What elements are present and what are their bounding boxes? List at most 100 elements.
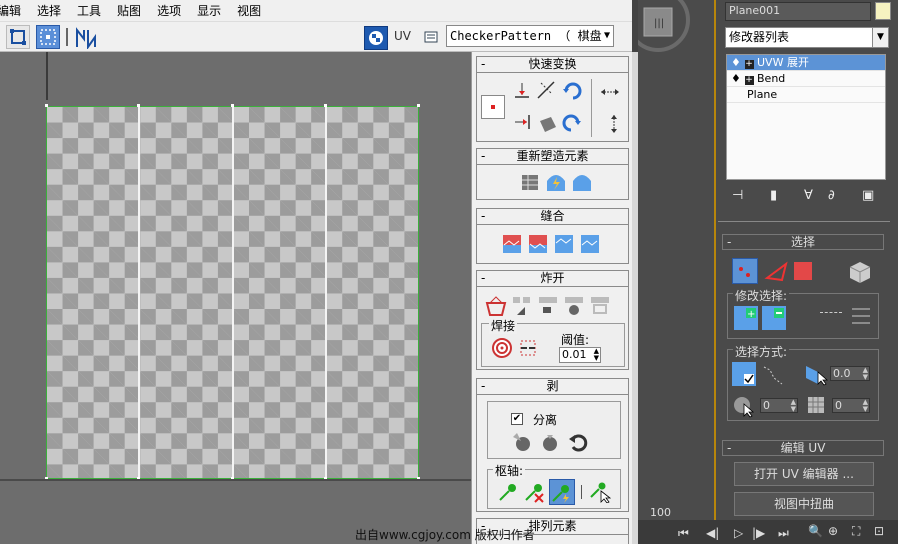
loop-selection-icon[interactable] (820, 312, 842, 316)
previous-frame-icon[interactable]: ◀| (706, 526, 719, 540)
grid-select-button[interactable] (806, 394, 830, 418)
pin-cursor-icon (590, 482, 612, 504)
uv-editor-window: 编辑 选择 工具 贴图 选项 显示 视图 UV CheckerPattern （… (0, 0, 638, 544)
grid-select-spinner[interactable]: 0 ▲ ▼ (832, 398, 870, 413)
uv-vertex[interactable] (45, 104, 48, 107)
break-button[interactable] (485, 295, 507, 317)
go-to-start-icon[interactable]: ⏮ (678, 526, 689, 541)
grow-selection-button[interactable]: + (734, 306, 758, 330)
threshold-spinner[interactable]: 0.01 ▲ ▼ (559, 347, 601, 363)
select-by-element-button[interactable] (732, 362, 756, 386)
face-mode-button[interactable] (794, 262, 812, 280)
pin-stack-icon[interactable]: ⊣ (732, 188, 743, 203)
object-color-swatch[interactable] (875, 2, 891, 20)
align-horizontal-button[interactable] (511, 79, 533, 101)
center-pivot-button[interactable] (481, 95, 505, 119)
rotate-cw-button[interactable] (561, 111, 583, 133)
stitch-custom-button[interactable] (579, 233, 601, 255)
texture-dropdown[interactable]: CheckerPattern （ 棋盘 ▼ (446, 25, 614, 47)
uv-vertex[interactable] (324, 104, 327, 107)
play-icon[interactable]: ▷ (734, 526, 743, 540)
modifier-list-dropdown[interactable]: 修改器列表 ▼ (725, 27, 889, 48)
options-list-icon[interactable] (424, 30, 438, 44)
quick-peel-button[interactable] (511, 431, 533, 453)
mirror-tool-button[interactable] (74, 27, 98, 51)
soft-select-sphere-button[interactable] (732, 394, 756, 418)
scale-tool-button[interactable] (6, 25, 30, 49)
peel-header[interactable]: -剥 (477, 379, 628, 395)
uv-vertex[interactable] (417, 104, 420, 107)
element-mode-button[interactable] (846, 258, 874, 286)
make-unique-icon[interactable]: ∀ (804, 188, 813, 203)
shrink-selection-button[interactable] (762, 306, 786, 330)
go-to-end-icon[interactable]: ⏭ (778, 526, 789, 541)
angle-value: 0.0 (833, 367, 851, 380)
flatten-mapping-button[interactable] (589, 295, 611, 317)
straighten-button[interactable] (535, 79, 557, 101)
uv-vertex[interactable] (137, 104, 140, 107)
maximize-viewport-icon[interactable]: ⛶ (852, 524, 860, 539)
space-vertical-button[interactable] (603, 113, 625, 135)
flatten-by-polygon-button[interactable] (511, 295, 533, 317)
select-pins-button[interactable] (589, 481, 612, 504)
zoom-region-icon[interactable]: ⊕ (828, 524, 838, 538)
perspective-viewport-edge[interactable]: ||| (638, 0, 716, 520)
freeform-tool-button[interactable] (36, 25, 60, 49)
ring-selection-icon[interactable] (850, 304, 872, 328)
menu-view[interactable]: 视图 (229, 0, 269, 22)
flatten-by-material-button[interactable] (563, 295, 585, 317)
vertex-mode-button[interactable] (732, 258, 758, 284)
selection-rollout-header[interactable]: - 选择 (722, 234, 884, 250)
flatten-by-smoothing-button[interactable] (537, 295, 559, 317)
next-frame-icon[interactable]: |▶ (752, 526, 765, 540)
pin-button[interactable] (497, 481, 519, 503)
remove-modifier-icon[interactable]: ∂ (828, 188, 835, 203)
weld-target-button[interactable] (491, 337, 513, 359)
uv-vertex[interactable] (231, 104, 234, 107)
detach-checkbox[interactable]: ✔ (511, 413, 523, 425)
paint-select-button[interactable] (762, 364, 784, 386)
menu-tools[interactable]: 工具 (69, 0, 109, 22)
configure-sets-icon[interactable]: ▣ (862, 188, 874, 203)
stack-item-uvw-unwrap[interactable]: ♦ + UVW 展开 (727, 55, 885, 71)
stitch-to-source-button[interactable] (553, 233, 575, 255)
object-name-field[interactable]: Plane001 (725, 2, 871, 21)
stack-item-bend[interactable]: ♦ + Bend (727, 71, 885, 87)
weld-selected-button[interactable] (517, 337, 539, 359)
straighten-selection-button[interactable] (519, 171, 541, 193)
uv-mode-label[interactable]: UV (394, 29, 411, 43)
relax-dialog-button[interactable] (571, 171, 593, 193)
angle-spinner[interactable]: 0.0 ▲ ▼ (830, 366, 870, 381)
show-end-result-icon[interactable]: ▮ (770, 188, 777, 203)
tweak-in-view-button[interactable]: 视图中扭曲 (734, 492, 874, 516)
stitch-to-target-button[interactable] (501, 233, 523, 255)
soft-select-spinner[interactable]: 0 ▲ ▼ (760, 398, 798, 413)
stitch-header[interactable]: - 缝合 (477, 209, 628, 225)
stitch-average-button[interactable] (527, 233, 549, 255)
relax-until-flat-button[interactable] (545, 171, 567, 193)
align-vertical-button[interactable] (511, 111, 533, 133)
reset-peel-button[interactable] (567, 431, 589, 453)
menu-edit[interactable]: 编辑 (0, 0, 29, 22)
menu-display[interactable]: 显示 (189, 0, 229, 22)
menu-select[interactable]: 选择 (29, 0, 69, 22)
zoom-time-icon[interactable]: 🔍 (808, 524, 823, 538)
reshape-header[interactable]: - 重新塑造元素 (477, 149, 628, 165)
relax-button[interactable] (537, 113, 559, 135)
auto-pin-button[interactable] (549, 479, 575, 505)
unpin-button[interactable] (523, 481, 545, 503)
select-by-angle-button[interactable] (804, 362, 829, 386)
space-horizontal-button[interactable] (599, 81, 621, 103)
edit-uv-rollout-header[interactable]: - 编辑 UV (722, 440, 884, 456)
show-map-button[interactable] (364, 26, 388, 50)
edge-mode-button[interactable] (764, 258, 790, 284)
quick-transform-header[interactable]: - 快速变换 (477, 57, 628, 73)
menu-options[interactable]: 选项 (149, 0, 189, 22)
menu-map[interactable]: 贴图 (109, 0, 149, 22)
open-uv-editor-button[interactable]: 打开 UV 编辑器 ... (734, 462, 874, 486)
pelt-map-button[interactable] (539, 431, 561, 453)
explode-header[interactable]: - 炸开 (477, 271, 628, 287)
field-of-view-icon[interactable]: ⊡ (874, 524, 884, 538)
stack-item-plane[interactable]: Plane (727, 87, 885, 103)
rotate-ccw-button[interactable] (561, 79, 583, 101)
